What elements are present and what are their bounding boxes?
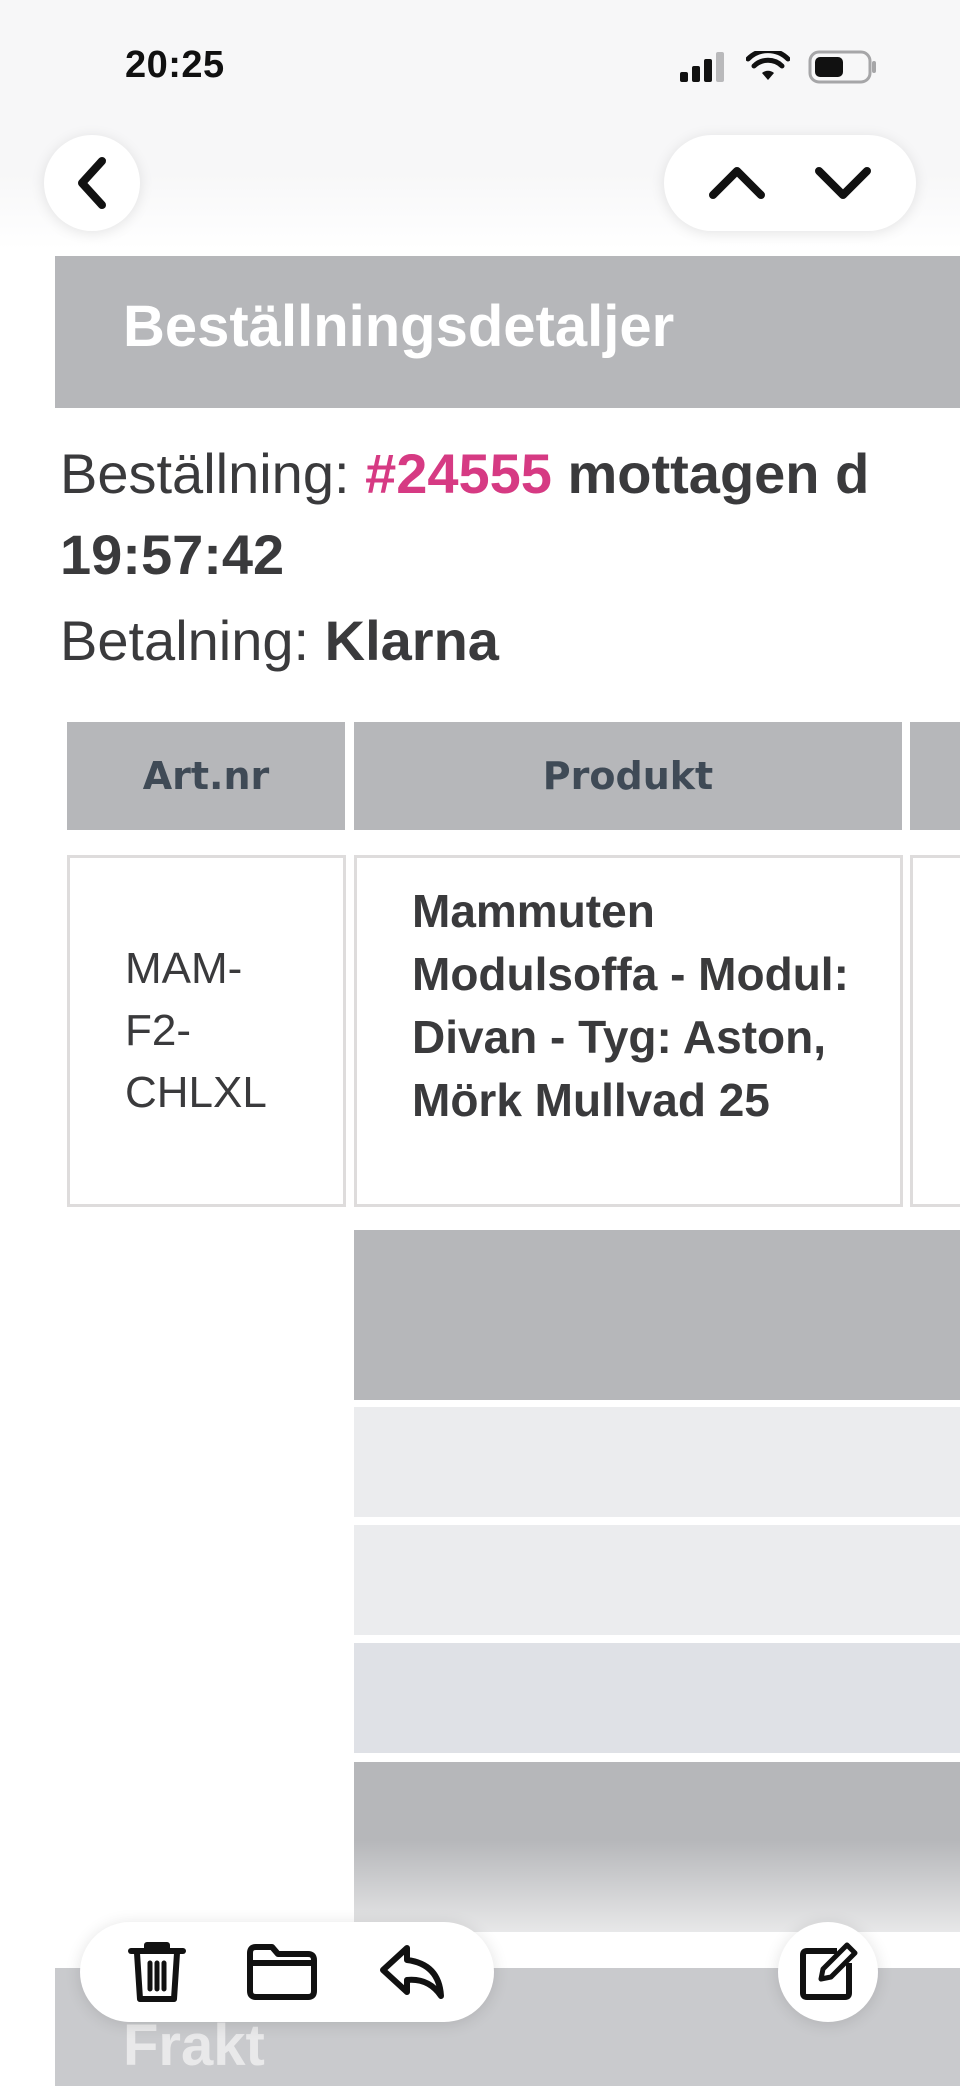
- order-received-text: mottagen d: [551, 442, 870, 505]
- message-navigation: [664, 135, 916, 231]
- back-button[interactable]: [44, 135, 140, 231]
- status-time: 20:25: [125, 44, 225, 86]
- mail-actions-toolbar: [80, 1922, 494, 2022]
- table-header-product: Produkt: [354, 722, 902, 830]
- payment-method: Klarna: [324, 609, 499, 672]
- reply-button[interactable]: [377, 1942, 447, 2002]
- chevron-down-icon: [815, 167, 871, 199]
- battery-icon: [808, 50, 876, 84]
- status-icons: [678, 50, 878, 84]
- previous-message-button[interactable]: [707, 163, 767, 203]
- table-header-art-nr: Art.nr: [67, 722, 345, 830]
- cellular-signal-icon: [680, 52, 724, 82]
- table-cell-product: Mammuten Modulsoffa - Modul: Divan - Tyg…: [354, 855, 903, 1207]
- summary-band-light-3: [354, 1643, 960, 1753]
- order-time: 19:57:42: [60, 523, 285, 586]
- order-label: Beställning:: [60, 442, 366, 505]
- delete-button[interactable]: [127, 1939, 187, 2005]
- wifi-icon: [746, 51, 790, 80]
- table-cell-extra: [910, 855, 960, 1207]
- folder-icon: [246, 1944, 317, 2000]
- reply-icon: [379, 1945, 444, 1999]
- move-to-folder-button[interactable]: [246, 1943, 318, 2001]
- summary-band-dark: [354, 1230, 960, 1400]
- order-number-link[interactable]: #24555: [365, 442, 552, 505]
- compose-icon: [800, 1942, 858, 2000]
- next-message-button[interactable]: [813, 163, 873, 203]
- summary-band-light-2: [354, 1525, 960, 1635]
- payment-label: Betalning:: [60, 609, 325, 672]
- order-line: Beställning: #24555 mottagen d: [60, 440, 869, 508]
- payment-line: Betalning: Klarna: [60, 608, 499, 673]
- table-header-extra: [910, 722, 960, 830]
- table-cell-art-nr: MAM- F2- CHLXL: [67, 855, 346, 1207]
- summary-band-light-1: [354, 1407, 960, 1517]
- trash-icon: [128, 1942, 187, 2002]
- compose-button[interactable]: [778, 1922, 878, 2022]
- chevron-left-icon: [78, 157, 106, 209]
- order-details-title: Beställningsdetaljer: [123, 294, 675, 359]
- frakt-title: Frakt: [123, 2013, 265, 2078]
- chevron-up-icon: [709, 167, 765, 199]
